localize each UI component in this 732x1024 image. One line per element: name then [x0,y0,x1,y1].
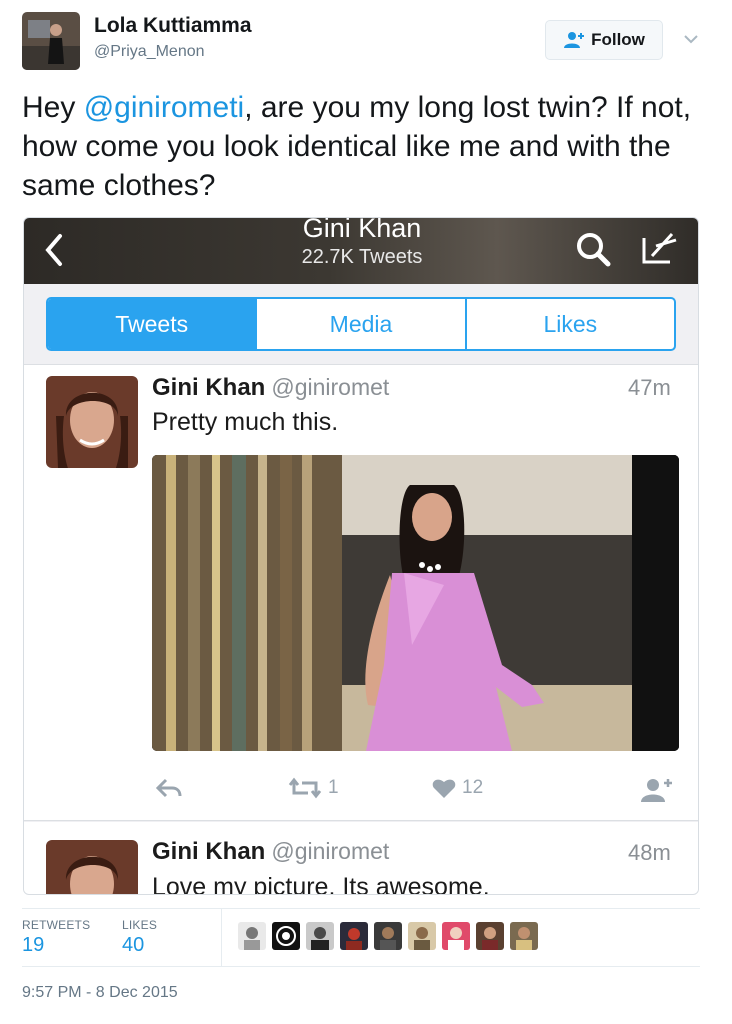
likes-count[interactable]: 40 [122,934,144,957]
compose-icon [638,228,680,275]
inner-author-handle: @giniromet [271,374,390,400]
inner-author-name: Gini Khan [152,374,266,401]
retweets-label: RETWEETS [22,918,91,932]
author-avatar[interactable] [22,12,80,70]
tab-likes: Likes [543,310,598,337]
inner-author-name-2: Gini Khan [152,838,266,865]
inner-tweet-text-2: Love my picture. Its awesome. [152,873,490,895]
like-stat: 12 [432,777,483,799]
liker-avatar[interactable] [272,922,300,950]
author-handle[interactable]: @Priya_Menon [94,43,205,61]
follow-button[interactable]: Follow [545,20,663,60]
inner-retweet-count: 1 [328,777,339,798]
retweet-stat: 1 [288,777,339,799]
liker-avatar[interactable] [238,922,266,950]
inner-tweet-time: 47m [628,375,671,400]
inner-author-handle-2: @giniromet [271,838,390,864]
inner-like-count: 12 [462,777,484,798]
tweet-photo [152,455,679,751]
liker-avatar[interactable] [476,922,504,950]
liker-avatar[interactable] [306,922,334,950]
author-name[interactable]: Lola Kuttiamma [94,14,252,38]
liker-avatar[interactable] [340,922,368,950]
liker-avatar[interactable] [374,922,402,950]
follow-user-icon [640,777,674,803]
tweet-timestamp[interactable]: 9:57 PM - 8 Dec 2015 [22,984,178,1002]
likes-label: LIKES [122,918,158,932]
reply-icon [156,777,182,799]
inner-avatar-2 [46,840,138,894]
divider [221,908,222,966]
profile-tabs: Tweets Media Likes [46,297,676,351]
retweet-icon [288,777,322,799]
inner-tweet-author: Gini Khan @giniromet [152,374,389,402]
divider [22,966,700,967]
mention-link[interactable]: @ginirometi [84,91,245,124]
liker-avatar[interactable] [408,922,436,950]
liker-avatar[interactable] [510,922,538,950]
liker-avatars [238,922,538,950]
tab-tweets: Tweets [48,299,258,349]
tweet-text: Hey @ginirometi, are you my long lost tw… [22,88,712,205]
inner-tweet-text: Pretty much this. [152,408,339,436]
heart-icon [432,779,456,798]
inner-tweet-author-2: Gini Khan @giniromet [152,838,389,866]
chevron-down-icon[interactable] [682,30,700,48]
profile-header: Gini Khan 22.7K Tweets [24,218,698,284]
follow-label: Follow [591,30,645,49]
retweets-count[interactable]: 19 [22,934,44,957]
search-icon [574,230,614,275]
attached-screenshot[interactable]: Gini Khan 22.7K Tweets Tweets Media Like… [23,217,699,895]
liker-avatar[interactable] [442,922,470,950]
tweet-text-prefix: Hey [22,91,84,124]
inner-tweet-time-2: 48m [628,840,671,865]
add-user-icon [564,32,585,48]
divider [22,908,700,909]
tab-media: Media [257,299,467,349]
inner-avatar [46,376,138,468]
